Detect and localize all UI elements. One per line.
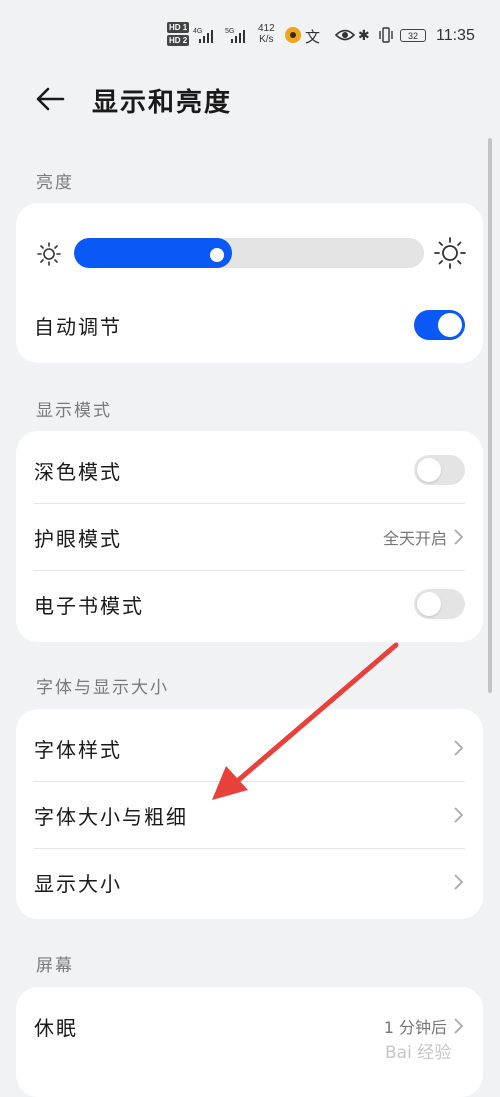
auto-brightness-label: 自动调节 (34, 314, 122, 339)
brightness-slider-thumb[interactable] (210, 248, 224, 262)
section-title-screen: 屏幕 (36, 956, 74, 976)
status-bar: HD 1 HD 2 4G 5G 412 K/s 文 ✱ 32 11:35 (0, 0, 500, 74)
network-speed-value: 412 (258, 23, 275, 34)
sleep-label: 休眠 (34, 1015, 78, 1040)
brightness-slider[interactable] (74, 238, 424, 268)
brightness-card: 自动调节 (16, 203, 483, 363)
section-title-font-display: 字体与显示大小 (36, 678, 169, 698)
brightness-slider-fill (74, 238, 232, 268)
eye-comfort-label: 护眼模式 (34, 526, 122, 551)
font-style-row[interactable]: 字体样式 (34, 715, 465, 781)
font-style-label: 字体样式 (34, 737, 122, 762)
high-brightness-icon (434, 237, 466, 269)
display-mode-card: 深色模式 护眼模式 全天开启 电子书模式 (16, 431, 483, 642)
eye-comfort-row[interactable]: 护眼模式 全天开启 (34, 504, 465, 570)
signal-icon: 5G (225, 28, 245, 43)
page-title: 显示和亮度 (92, 88, 233, 118)
chevron-right-icon (454, 1018, 464, 1034)
auto-brightness-row[interactable]: 自动调节 (34, 292, 465, 358)
svg-text:5G: 5G (225, 28, 234, 35)
font-size-weight-row[interactable]: 字体大小与粗细 (34, 782, 465, 848)
ebook-mode-label: 电子书模式 (34, 593, 144, 618)
low-brightness-icon (37, 242, 61, 266)
auto-brightness-toggle[interactable] (414, 310, 465, 340)
scrollbar[interactable] (488, 138, 492, 693)
font-display-card: 字体样式 字体大小与粗细 显示大小 (16, 709, 483, 919)
eye-comfort-value: 全天开启 (382, 529, 447, 548)
app-icon (285, 27, 301, 43)
svg-text:4G: 4G (193, 28, 202, 35)
hd2-label: HD 2 (167, 35, 190, 46)
clock: 11:35 (436, 27, 475, 44)
dark-mode-label: 深色模式 (34, 459, 122, 484)
dark-mode-toggle[interactable] (414, 455, 465, 485)
dark-mode-row[interactable]: 深色模式 (34, 437, 465, 503)
chevron-right-icon (454, 874, 464, 890)
network-speed: 412 K/s (258, 23, 275, 45)
hd1-label: HD 1 (167, 22, 190, 33)
ebook-mode-toggle[interactable] (414, 589, 465, 619)
section-title-display-mode: 显示模式 (36, 401, 112, 421)
battery-icon: 32 (400, 29, 426, 42)
watermark-logo: Bai 经验 (385, 1043, 452, 1063)
chevron-right-icon (454, 807, 464, 823)
eye-comfort-icon (335, 29, 355, 41)
hd-icon: HD 1 HD 2 (167, 22, 190, 48)
back-arrow-icon[interactable] (35, 84, 65, 114)
sleep-value: 1 分钟后 (383, 1018, 447, 1037)
chevron-right-icon (454, 529, 464, 545)
vibrate-icon (379, 27, 393, 43)
text-icon: 文 (305, 29, 321, 46)
bluetooth-icon: ✱ (358, 27, 370, 43)
display-size-label: 显示大小 (34, 871, 122, 896)
ebook-mode-row[interactable]: 电子书模式 (34, 571, 465, 637)
signal-icon: 4G (193, 28, 213, 43)
display-size-row[interactable]: 显示大小 (34, 849, 465, 915)
section-title-brightness: 亮度 (36, 173, 74, 193)
network-speed-unit: K/s (259, 34, 274, 45)
chevron-right-icon (454, 740, 464, 756)
font-size-weight-label: 字体大小与粗细 (34, 804, 188, 829)
